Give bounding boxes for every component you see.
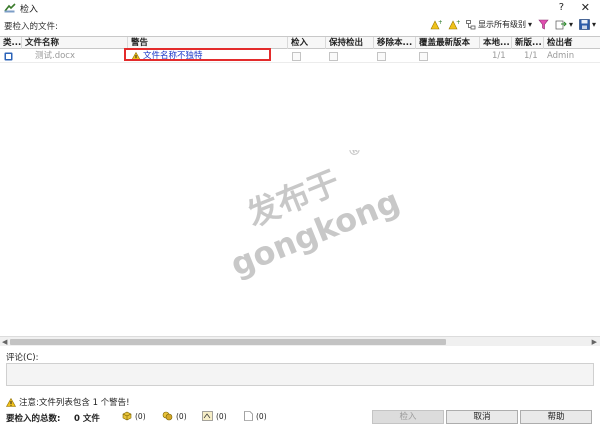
remove-references-button[interactable]: +: [448, 19, 460, 30]
export-icon: [555, 20, 567, 30]
footer: 要检入的总数: 0 文件 (0) (0) (0) (0) 检入 取消 帮助: [0, 408, 600, 426]
stat-references: (0): [122, 411, 146, 421]
file-list-header: 类... 文件名称 警告 检入 保持检出 移除本... 覆盖最新版本 本地...…: [0, 36, 600, 49]
checkin-checkbox[interactable]: [292, 52, 301, 61]
column-header-type[interactable]: 类...: [0, 37, 22, 49]
export-button[interactable]: ▾: [555, 19, 573, 30]
local-version-cell: 1/1: [492, 51, 506, 61]
help-footer-button[interactable]: 帮助: [520, 410, 592, 424]
svg-text:+: +: [456, 19, 460, 26]
document-icon: [244, 411, 253, 421]
chevron-down-icon: ▾: [527, 20, 532, 29]
svg-text:+: +: [438, 19, 442, 26]
files-label: 要检入的文件:: [4, 22, 58, 32]
cancel-button[interactable]: 取消: [446, 410, 518, 424]
filter-button[interactable]: [538, 19, 549, 30]
toolbar-tools: + + 显示所有级别 ▾ ▾ ▾: [430, 19, 596, 30]
help-button[interactable]: ?: [559, 2, 564, 13]
scroll-right-icon[interactable]: ▶: [592, 338, 597, 346]
checked-out-by-cell: Admin: [547, 51, 575, 61]
add-icon: +: [430, 19, 442, 30]
total-count: 0 文件: [74, 414, 100, 424]
column-header-checked-out-by[interactable]: 检出者: [544, 37, 600, 49]
window-title: 检入: [20, 4, 39, 15]
column-header-remove-local[interactable]: 移除本...: [374, 37, 416, 49]
column-header-new-version[interactable]: 新版...: [512, 37, 544, 49]
add-references-button[interactable]: +: [430, 19, 442, 30]
warning-filter-icon: +: [448, 19, 460, 30]
stat-count: (0): [256, 411, 267, 421]
column-header-file-name[interactable]: 文件名称: [22, 37, 128, 49]
checkin-app-icon: [4, 3, 16, 13]
table-row[interactable]: 测试.docx 文件名称不独特 1/1 1/1 Admin: [0, 49, 600, 63]
stat-count: (0): [176, 411, 187, 421]
scrollbar-thumb[interactable]: [10, 339, 446, 345]
warning-highlight-box: [124, 48, 271, 61]
parts-icon: [122, 411, 132, 421]
column-header-local-version[interactable]: 本地...: [480, 37, 512, 49]
remove-local-checkbox[interactable]: [377, 52, 386, 61]
keep-checked-out-checkbox[interactable]: [329, 52, 338, 61]
warning-icon: [6, 397, 16, 407]
stat-assemblies: (0): [162, 411, 187, 421]
watermark-registered-mark: ®: [345, 150, 364, 161]
comment-label: 评论(C):: [6, 353, 39, 363]
horizontal-scrollbar[interactable]: ◀ ▶: [0, 336, 600, 346]
filter-icon: [538, 19, 549, 30]
warning-notice: 注意:文件列表包含 1 个警告!: [6, 396, 130, 408]
show-levels-dropdown[interactable]: 显示所有级别 ▾: [466, 19, 532, 30]
show-levels-label: 显示所有级别: [477, 20, 526, 29]
save-icon: [579, 19, 590, 30]
watermark: 发布于 gongkong ®: [225, 150, 400, 280]
word-file-icon: [4, 49, 13, 63]
notice-text: 注意:文件列表包含 1 个警告!: [19, 398, 130, 408]
stat-count: (0): [216, 411, 227, 421]
tree-icon: [466, 19, 476, 29]
comment-input[interactable]: [6, 363, 594, 386]
scroll-left-icon[interactable]: ◀: [2, 338, 7, 346]
assembly-icon: [162, 411, 173, 421]
stat-count: (0): [135, 411, 146, 421]
column-header-checkin[interactable]: 检入: [288, 37, 326, 49]
stat-documents: (0): [244, 411, 267, 421]
chevron-down-icon: ▾: [568, 20, 573, 29]
title-bar: 检入 ? ✕: [0, 0, 600, 16]
close-button[interactable]: ✕: [581, 1, 590, 14]
checkin-button[interactable]: 检入: [372, 410, 444, 424]
chevron-down-icon: ▾: [591, 20, 596, 29]
stat-drawings: (0): [202, 411, 227, 421]
file-name-cell: 测试.docx: [35, 51, 76, 61]
toolbar: 要检入的文件: + + 显示所有级别 ▾ ▾ ▾: [0, 18, 600, 34]
save-button[interactable]: ▾: [579, 19, 596, 30]
column-header-keep-checked-out[interactable]: 保持检出: [326, 37, 374, 49]
overwrite-latest-checkbox[interactable]: [419, 52, 428, 61]
total-label: 要检入的总数:: [6, 414, 61, 424]
drawing-icon: [202, 411, 213, 421]
column-header-overwrite-latest[interactable]: 覆盖最新版本: [416, 37, 480, 49]
new-version-cell: 1/1: [524, 51, 538, 61]
